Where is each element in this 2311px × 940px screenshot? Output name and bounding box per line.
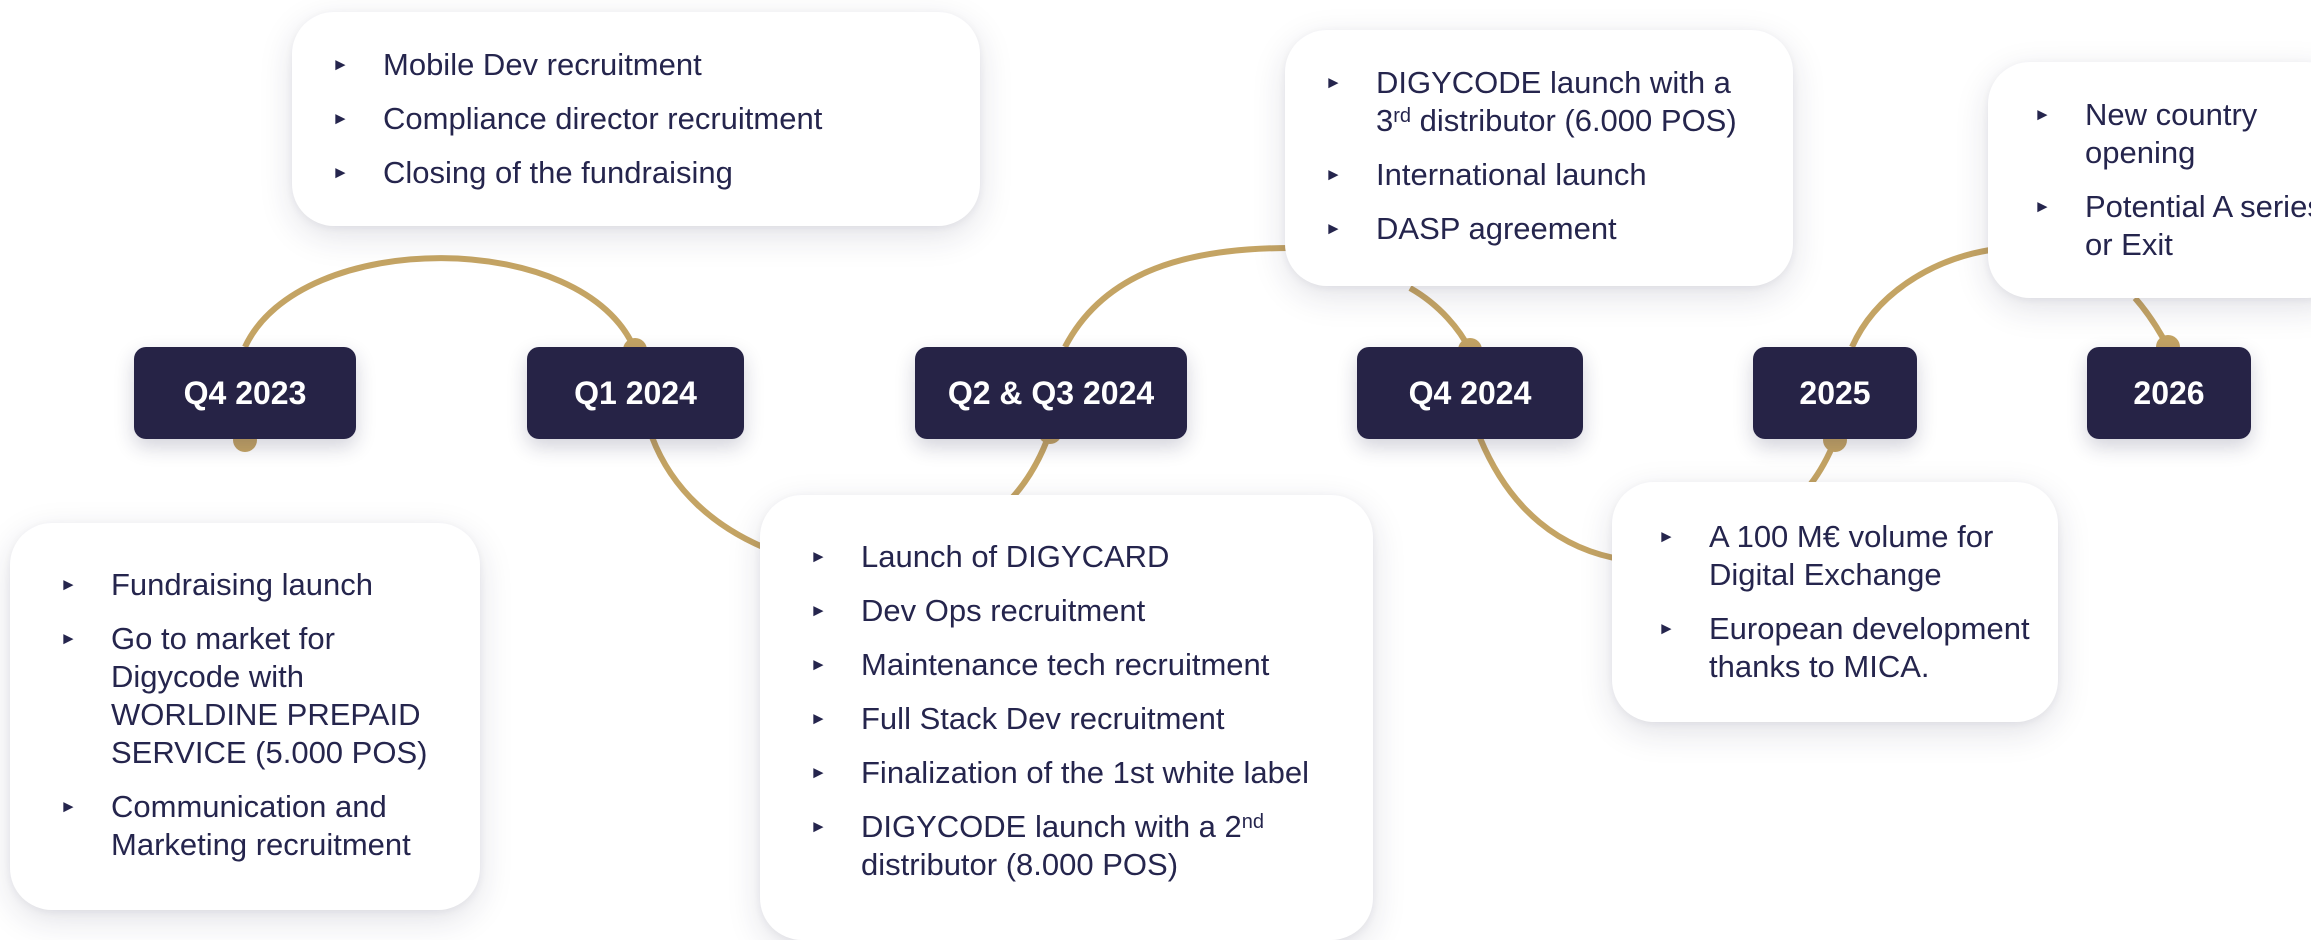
bullet-arrow-icon: ► — [332, 109, 349, 128]
card-q4-2024: ► DIGYCODE launch with a 3rd distributor … — [1285, 30, 1793, 286]
bullet-text: New country opening — [2085, 97, 2258, 170]
bullet-arrow-icon: ► — [60, 575, 77, 594]
milestone-label: Q1 2024 — [574, 374, 697, 411]
bullet-arrow-icon: ► — [332, 55, 349, 74]
bullet-text: Launch of DIGYCARD — [861, 539, 1170, 574]
card-bullet-item: ► Full Stack Dev recruitment — [810, 700, 1353, 738]
card-bullet-item: ► DIGYCODE launch with a 2nd distributor … — [810, 808, 1353, 884]
milestone-label: 2026 — [2133, 374, 2205, 411]
milestone-q2-q3-2024: Q2 & Q3 2024 — [915, 347, 1187, 439]
card-bullet-item: ► Maintenance tech recruitment — [810, 646, 1353, 684]
card-bullet-item: ► A 100 M€ volume for Digital Exchange — [1658, 518, 2048, 594]
bullet-text: DIGYCODE launch with a 2 — [861, 809, 1242, 844]
milestone-label: Q2 & Q3 2024 — [947, 374, 1155, 411]
milestone-2025: 2025 — [1753, 347, 1917, 439]
bullet-arrow-icon: ► — [60, 629, 77, 648]
card-bullet-item: ► Compliance director recruitment — [332, 100, 950, 138]
card-bullet-item: ► New country opening — [2034, 96, 2311, 172]
bullet-text: Dev Ops recruitment — [861, 593, 1146, 628]
card-q1-2024: ► Mobile Dev recruitment ► Compliance direc… — [292, 12, 980, 226]
bullet-arrow-icon: ► — [332, 163, 349, 182]
ordinal-superscript: rd — [1393, 105, 1412, 127]
bullet-text: Potential A series or Exit — [2085, 189, 2311, 262]
bullet-text: Finalization of the 1st white label — [861, 755, 1310, 790]
bullet-text: Closing of the fundraising — [383, 155, 733, 190]
bullet-arrow-icon: ► — [810, 763, 827, 782]
bullet-arrow-icon: ► — [1325, 73, 1342, 92]
bullet-arrow-icon: ► — [60, 797, 77, 816]
bullet-arrow-icon: ► — [2034, 197, 2051, 216]
card-bullet-item: ► International launch — [1325, 156, 1773, 194]
card-bullet-item: ► Launch of DIGYCARD — [810, 538, 1353, 576]
bullet-arrow-icon: ► — [810, 817, 827, 836]
bullet-text: European development thanks to MICA. — [1709, 611, 2030, 684]
bullet-arrow-icon: ► — [1325, 219, 1342, 238]
card-bullet-item: ► Dev Ops recruitment — [810, 592, 1353, 630]
bullet-text-continued: distributor (8.000 POS) — [861, 847, 1179, 882]
card-q2-q3-2024: ► Launch of DIGYCARD ► Dev Ops recruitment ►… — [760, 495, 1373, 940]
bullet-arrow-icon: ► — [1325, 165, 1342, 184]
bullet-arrow-icon: ► — [810, 601, 827, 620]
milestone-q1-2024: Q1 2024 — [527, 347, 744, 439]
card-q4-2023: ► Fundraising launch ► Go to market for Dig… — [10, 523, 480, 910]
bullet-arrow-icon: ► — [1658, 527, 1675, 546]
card-bullet-item: ► DIGYCODE launch with a 3rd distributor … — [1325, 64, 1773, 140]
arc-q4-2023-to-q1-2024 — [242, 255, 638, 352]
milestone-2026: 2026 — [2087, 347, 2251, 439]
bullet-arrow-icon: ► — [810, 547, 827, 566]
bullet-text: Fundraising launch — [111, 567, 373, 602]
bullet-text-continued: distributor (6.000 POS) — [1411, 103, 1737, 138]
card-2026: ► New country opening ► Potential A series … — [1988, 62, 2311, 298]
card-bullet-item: ► Mobile Dev recruitment — [332, 46, 950, 84]
milestone-label: Q4 2023 — [183, 374, 307, 411]
card-bullet-item: ► European development thanks to MICA. — [1658, 610, 2048, 686]
card-bullet-item: ► Communication and Marketing recruitment — [60, 788, 460, 864]
bullet-text: A 100 M€ volume for Digital Exchange — [1709, 519, 1994, 592]
milestone-q4-2023: Q4 2023 — [134, 347, 356, 439]
milestone-q4-2024: Q4 2024 — [1357, 347, 1583, 439]
card-bullet-item: ► Potential A series or Exit — [2034, 188, 2311, 264]
bullet-text: Mobile Dev recruitment — [383, 47, 702, 82]
bullet-text: DASP agreement — [1376, 211, 1617, 246]
arc-q2q3-to-q4-2024 — [1062, 245, 1291, 349]
card-bullet-item: ► DASP agreement — [1325, 210, 1773, 248]
bullet-text: Full Stack Dev recruitment — [861, 701, 1225, 736]
card-2025: ► A 100 M€ volume for Digital Exchange ► Eu… — [1612, 482, 2058, 722]
bullet-arrow-icon: ► — [1658, 619, 1675, 638]
card-bullet-item: ► Go to market for Digycode with WORLDINE… — [60, 620, 460, 772]
bullet-text: Maintenance tech recruitment — [861, 647, 1270, 682]
bullet-text: Go to market for Digycode with WORLDINE … — [111, 621, 428, 770]
bullet-text: International launch — [1376, 157, 1647, 192]
card-bullet-item: ► Finalization of the 1st white label — [810, 754, 1353, 792]
arc-2025-up — [1849, 247, 1991, 349]
bullet-arrow-icon: ► — [810, 655, 827, 674]
card-bullet-item: ► Closing of the fundraising — [332, 154, 950, 192]
arc-q1-2024-to-card — [649, 435, 772, 553]
ordinal-superscript: nd — [1241, 811, 1265, 833]
card-bullet-item: ► Fundraising launch — [60, 566, 460, 604]
milestone-label: 2025 — [1799, 374, 1871, 411]
bullet-arrow-icon: ► — [2034, 105, 2051, 124]
arc-card-to-q4-2024 — [1408, 285, 1473, 352]
bullet-text: Compliance director recruitment — [383, 101, 823, 136]
milestone-label: Q4 2024 — [1408, 374, 1532, 411]
bullet-arrow-icon: ► — [810, 709, 827, 728]
bullet-text: Communication and Marketing recruitment — [111, 789, 411, 862]
arc-q4-2024-to-card — [1477, 436, 1626, 563]
